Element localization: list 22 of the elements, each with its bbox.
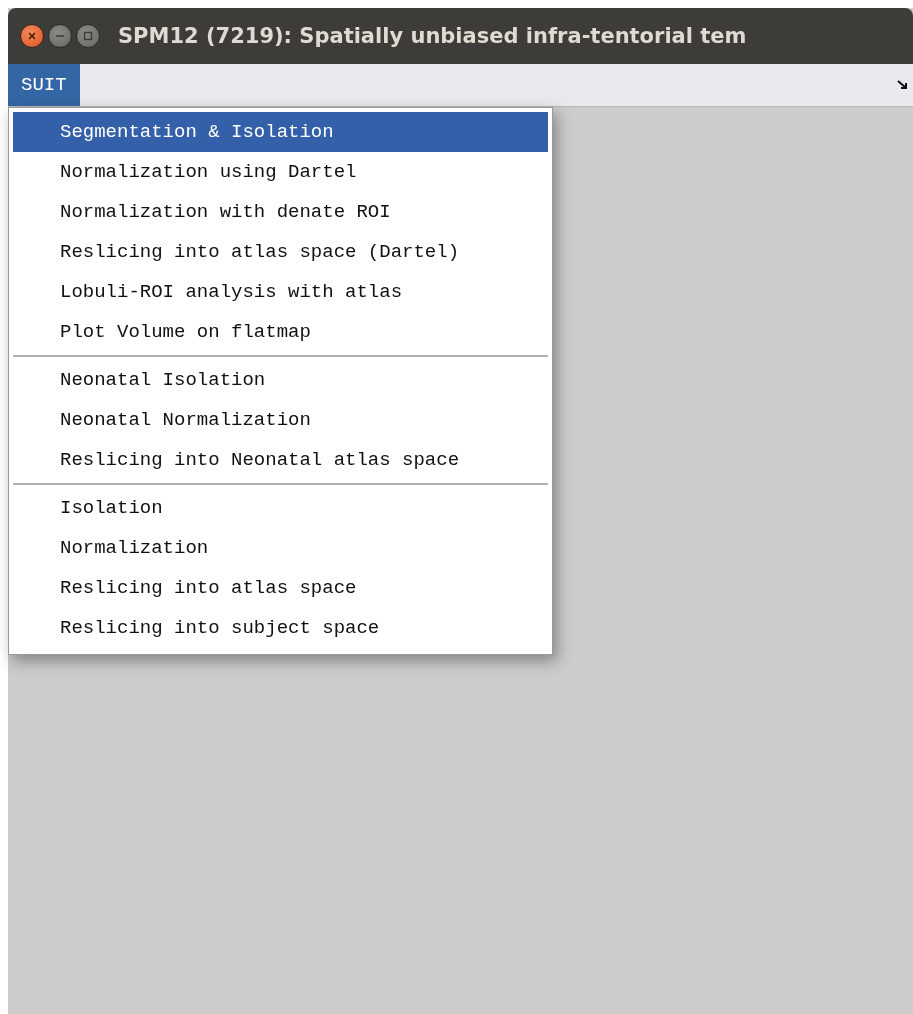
- menu-item[interactable]: Reslicing into atlas space: [13, 568, 548, 608]
- menu-item[interactable]: Normalization: [13, 528, 548, 568]
- close-button[interactable]: [20, 24, 44, 48]
- menu-item[interactable]: Reslicing into atlas space (Dartel): [13, 232, 548, 272]
- undock-arrow-icon[interactable]: [897, 79, 909, 91]
- close-icon: [27, 31, 37, 41]
- maximize-icon: [83, 31, 93, 41]
- menu-item[interactable]: Neonatal Normalization: [13, 400, 548, 440]
- menu-item[interactable]: Reslicing into Neonatal atlas space: [13, 440, 548, 480]
- menu-title[interactable]: SUIT: [8, 64, 80, 106]
- minimize-icon: [55, 34, 65, 38]
- menu-item[interactable]: Reslicing into subject space: [13, 608, 548, 648]
- maximize-button[interactable]: [76, 24, 100, 48]
- menu-item[interactable]: Isolation: [13, 488, 548, 528]
- menu-item[interactable]: Plot Volume on flatmap: [13, 312, 548, 352]
- menu-item[interactable]: Normalization with denate ROI: [13, 192, 548, 232]
- window-title: SPM12 (7219): Spatially unbiased infra-tentorial tem: [118, 24, 747, 48]
- menu-item[interactable]: Lobuli-ROI analysis with atlas: [13, 272, 548, 312]
- menu-item[interactable]: Normalization using Dartel: [13, 152, 548, 192]
- menu-item[interactable]: Segmentation & Isolation: [13, 112, 548, 152]
- menu-item[interactable]: Neonatal Isolation: [13, 360, 548, 400]
- minimize-button[interactable]: [48, 24, 72, 48]
